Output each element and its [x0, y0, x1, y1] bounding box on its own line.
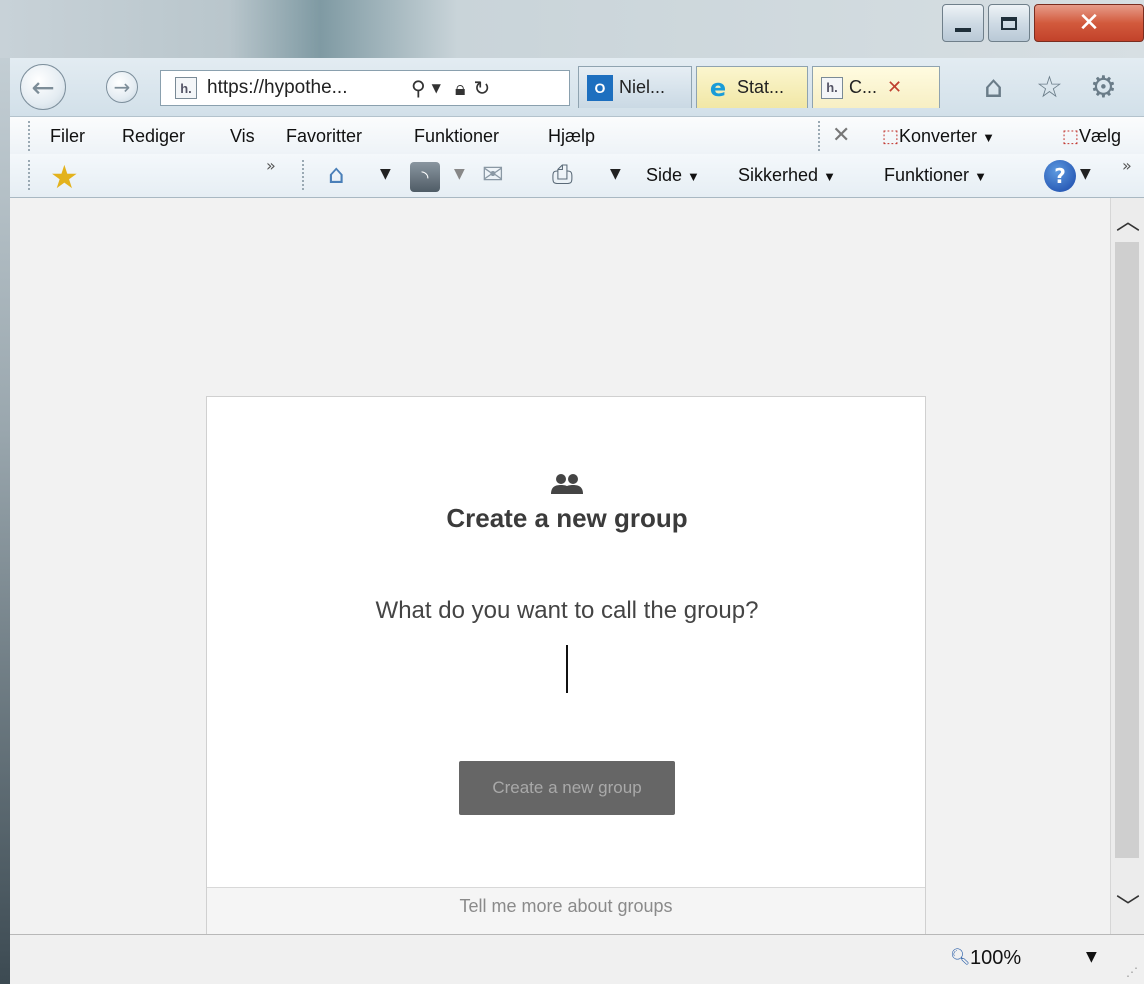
group-icon — [207, 473, 927, 500]
scroll-up-icon[interactable]: ︿ — [1111, 198, 1144, 238]
chevron-down-icon: ▼ — [823, 169, 836, 184]
gear-icon[interactable]: ⚙ — [1090, 70, 1117, 105]
close-window-button[interactable]: ✕ — [1034, 4, 1144, 42]
pdf-convert-button[interactable]: ⬚Konverter ▼ — [882, 126, 995, 147]
forward-arrow-icon: → — [113, 75, 131, 99]
rss-feed-icon[interactable]: ◝ — [410, 162, 440, 192]
page-viewport: Create a new group What do you want to c… — [10, 198, 1110, 958]
safety-menu-label: Sikkerhed — [738, 165, 819, 185]
home-icon[interactable]: ⌂ — [984, 70, 1003, 105]
site-favicon-icon: h. — [175, 77, 197, 99]
star-icon[interactable]: ☆ — [1036, 70, 1063, 105]
chevron-more-icon[interactable]: » — [266, 156, 276, 175]
tab-outlook[interactable]: O Niel... — [578, 66, 692, 108]
refresh-icon[interactable]: ↻ — [474, 76, 491, 100]
command-bar: ★ » ⌂ ▼ ◝ ▼ ✉ ⎙ ▼ Side ▼ Sikkerhed ▼ Fun… — [10, 154, 1144, 198]
home-icon[interactable]: ⌂ — [328, 160, 345, 190]
forward-button[interactable]: → — [106, 71, 138, 103]
zoom-level[interactable]: 100% — [970, 947, 1021, 970]
search-icon[interactable]: ⚲ — [411, 76, 426, 100]
learn-more-link[interactable]: Tell me more about groups — [207, 896, 925, 917]
create-group-card: Create a new group What do you want to c… — [206, 396, 926, 958]
chevron-down-icon[interactable]: ▼ — [1086, 949, 1097, 965]
url-text[interactable]: https://hypothe... — [207, 77, 397, 99]
toolbar-grip — [818, 121, 820, 151]
menu-item-file[interactable]: Filer — [50, 126, 85, 147]
tools-menu-label: Funktioner — [884, 165, 970, 185]
page-menu-label: Side — [646, 165, 683, 185]
minimize-button[interactable] — [942, 4, 984, 42]
menu-item-help[interactable]: Hjælp — [548, 126, 595, 147]
tab-label: Niel... — [619, 77, 666, 97]
menu-item-view[interactable]: Vis — [230, 126, 255, 147]
search-dropdown-icon[interactable]: ▼ — [432, 81, 441, 95]
help-icon[interactable]: ? — [1044, 160, 1076, 192]
tab-close-icon[interactable]: ✕ — [887, 77, 902, 98]
menu-item-tools[interactable]: Funktioner — [414, 126, 499, 147]
resize-grip-icon[interactable]: ⋰ — [1126, 965, 1138, 979]
mail-icon[interactable]: ✉ — [482, 160, 504, 190]
tab-status[interactable]: e Stat... — [696, 66, 808, 108]
toolbar-grip — [28, 121, 30, 151]
group-name-label: What do you want to call the group? — [375, 597, 759, 624]
outlook-icon: O — [587, 74, 613, 101]
scroll-down-icon[interactable]: ﹀ — [1111, 884, 1144, 924]
site-favicon-icon: h. — [821, 76, 843, 99]
close-icon: ✕ — [1078, 8, 1100, 38]
maximize-button[interactable] — [988, 4, 1030, 42]
chevron-down-icon: ▼ — [974, 169, 987, 184]
menu-item-edit[interactable]: Rediger — [122, 126, 185, 147]
group-icon-svg — [551, 474, 583, 494]
page-title: Create a new group — [446, 503, 688, 533]
ie-icon: e — [709, 73, 727, 102]
back-button[interactable]: ← — [20, 64, 66, 110]
zoom-icon: 🔍︎ — [950, 947, 971, 966]
chevron-down-icon[interactable]: ▼ — [380, 166, 391, 182]
print-icon[interactable]: ⎙ — [552, 160, 573, 191]
vertical-scrollbar[interactable]: ︿ ﹀ — [1110, 198, 1144, 934]
toolbar-grip — [28, 160, 30, 190]
tab-label: Stat... — [737, 77, 785, 97]
text-caret — [566, 645, 568, 693]
chevron-down-icon[interactable]: ▼ — [1080, 166, 1091, 182]
tab-label: C... — [849, 77, 878, 97]
address-bar[interactable]: h. https://hypothe... ⚲ ▼ 🔒︎ ↻ — [160, 70, 570, 106]
browser-window: ← → h. https://hypothe... ⚲ ▼ 🔒︎ ↻ O Nie… — [10, 58, 1144, 984]
minimize-icon — [955, 28, 971, 32]
tools-menu-button[interactable]: Funktioner ▼ — [884, 165, 987, 186]
pdf-select-button[interactable]: ⬚Vælg — [1062, 126, 1144, 147]
page-menu-button[interactable]: Side ▼ — [646, 165, 700, 186]
add-favorites-icon[interactable]: ★ — [50, 158, 79, 196]
back-arrow-icon: ← — [31, 70, 55, 104]
chevron-down-icon[interactable]: ▼ — [610, 166, 621, 182]
toolbar-grip — [302, 160, 304, 190]
navigation-bar: ← → h. https://hypothe... ⚲ ▼ 🔒︎ ↻ O Nie… — [10, 58, 1144, 116]
menu-bar: Filer Rediger Vis Favoritter Funktioner … — [10, 116, 1144, 154]
tab-active[interactable]: h. C... ✕ — [812, 66, 940, 108]
pdf-icon: ⬚ — [882, 126, 900, 147]
pdf-select-icon: ⬚ — [1062, 126, 1080, 147]
close-toolbar-icon[interactable]: ✕ — [832, 123, 850, 148]
chevron-down-icon: ▼ — [982, 130, 995, 145]
menu-item-favorites[interactable]: Favoritter — [286, 126, 362, 147]
lock-icon[interactable]: 🔒︎ — [455, 76, 466, 100]
safety-menu-button[interactable]: Sikkerhed ▼ — [738, 165, 836, 186]
create-group-button[interactable]: Create a new group — [459, 761, 675, 815]
scroll-thumb[interactable] — [1115, 242, 1139, 858]
chevron-down-icon[interactable]: ▼ — [454, 166, 465, 182]
maximize-icon — [1001, 16, 1017, 30]
window-left-edge — [0, 58, 10, 984]
chevron-more-icon[interactable]: » — [1122, 156, 1132, 175]
status-bar: 🔍︎ 100% ▼ ⋰ — [10, 934, 1144, 984]
pdf-convert-label: Konverter — [899, 126, 978, 146]
pdf-select-label: Vælg — [1079, 126, 1122, 146]
chevron-down-icon: ▼ — [687, 169, 700, 184]
